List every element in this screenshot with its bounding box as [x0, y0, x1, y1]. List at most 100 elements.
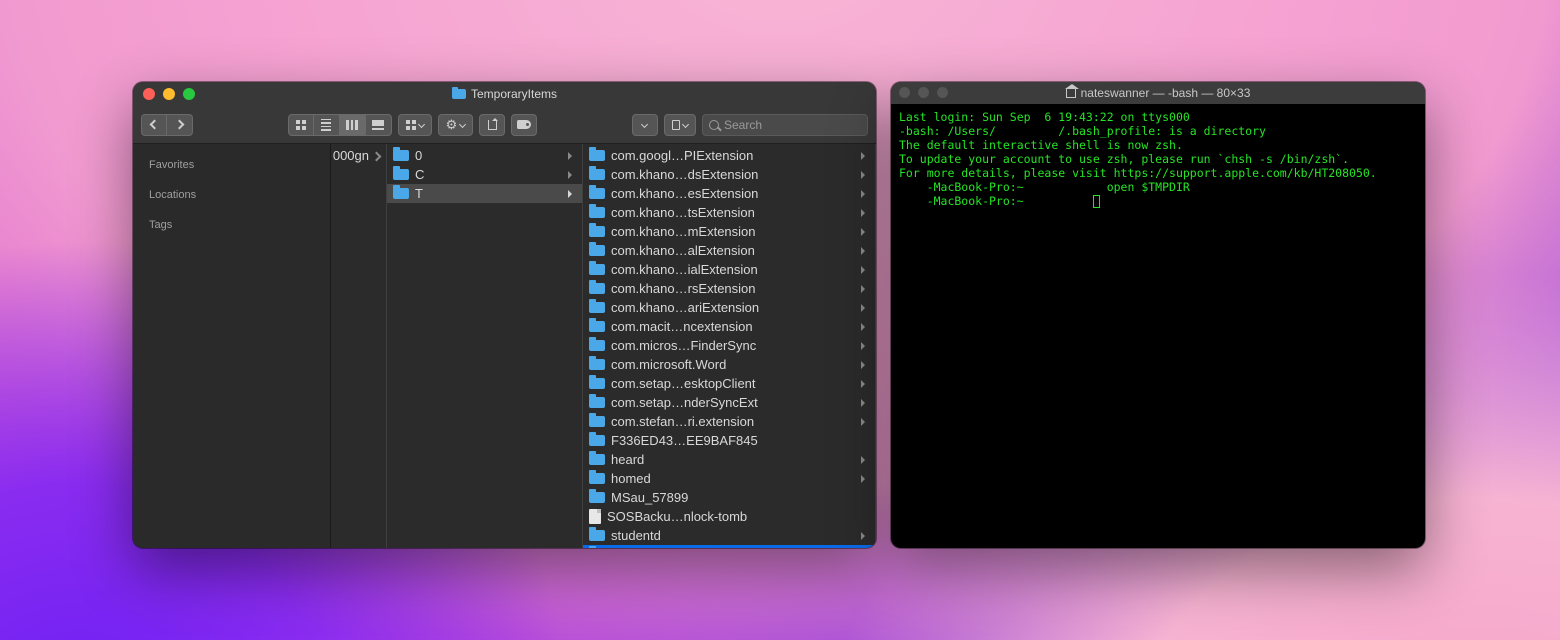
share-button[interactable]	[479, 114, 505, 136]
disclosure-arrow-icon	[861, 361, 869, 369]
item-label: com.setap…esktopClient	[611, 376, 869, 391]
sidebar-header-locations[interactable]: Locations	[133, 184, 330, 206]
list-item[interactable]: SOSBacku…nlock-tomb	[583, 507, 875, 526]
list-item[interactable]: com.setap…nderSyncExt	[583, 393, 875, 412]
folder-icon	[589, 416, 605, 427]
item-label: com.khano…ariExtension	[611, 300, 869, 315]
folder-icon	[589, 226, 605, 237]
item-label: com.micros…FinderSync	[611, 338, 869, 353]
file-icon	[589, 509, 601, 524]
disclosure-arrow-icon	[861, 152, 869, 160]
list-item[interactable]: TemporaryItems	[583, 545, 875, 548]
list-item[interactable]: studentd	[583, 526, 875, 545]
folder-icon	[589, 150, 605, 161]
folder-icon	[589, 530, 605, 541]
window-title: TemporaryItems	[471, 87, 557, 101]
disclosure-arrow-icon	[568, 171, 576, 179]
zoom-button[interactable]	[937, 87, 948, 98]
gear-icon: ⚙	[446, 118, 458, 131]
view-gallery-button[interactable]	[366, 114, 392, 136]
finder-titlebar[interactable]: TemporaryItems	[133, 82, 876, 106]
terminal-window: nateswanner — -bash — 80×33 Last login: …	[891, 82, 1425, 548]
list-item[interactable]: heard	[583, 450, 875, 469]
item-label: com.khano…dsExtension	[611, 167, 869, 182]
sidebar-header-tags[interactable]: Tags	[133, 214, 330, 236]
close-button[interactable]	[899, 87, 910, 98]
tags-button[interactable]	[511, 114, 537, 136]
terminal-title: nateswanner — -bash — 80×33	[1081, 86, 1251, 100]
share-icon	[488, 120, 497, 130]
item-label: T	[415, 186, 576, 201]
search-placeholder: Search	[724, 118, 762, 132]
view-icons-button[interactable]	[288, 114, 314, 136]
close-button[interactable]	[143, 88, 155, 100]
search-input[interactable]: Search	[702, 114, 868, 136]
folder-icon	[589, 264, 605, 275]
disclosure-arrow-icon	[861, 171, 869, 179]
chevron-right-icon	[372, 152, 382, 162]
forward-button[interactable]	[167, 114, 193, 136]
sidebar-header-favorites[interactable]: Favorites	[133, 154, 330, 176]
folder-icon	[393, 188, 409, 199]
folder-icon	[589, 473, 605, 484]
list-item[interactable]: MSau_57899	[583, 488, 875, 507]
list-item[interactable]: C	[387, 165, 582, 184]
list-item[interactable]: F336ED43…EE9BAF845	[583, 431, 875, 450]
zoom-button[interactable]	[183, 88, 195, 100]
terminal-output[interactable]: Last login: Sun Sep 6 19:43:22 on ttys00…	[891, 104, 1425, 548]
list-item[interactable]: com.microsoft.Word	[583, 355, 875, 374]
list-item[interactable]: com.khano…ariExtension	[583, 298, 875, 317]
list-item[interactable]: com.macit…ncextension	[583, 317, 875, 336]
view-list-button[interactable]	[314, 114, 340, 136]
item-label: studentd	[611, 528, 869, 543]
minimize-button[interactable]	[163, 88, 175, 100]
list-item[interactable]: com.khano…alExtension	[583, 241, 875, 260]
list-item[interactable]: T	[387, 184, 582, 203]
view-mode-group	[288, 114, 392, 136]
minimize-button[interactable]	[918, 87, 929, 98]
column-0[interactable]: 000gn	[331, 144, 387, 548]
item-label: C	[415, 167, 576, 182]
item-label: 0	[415, 148, 576, 163]
action-menu-button[interactable]: ⚙	[438, 114, 474, 136]
folder-icon	[589, 340, 605, 351]
folder-icon	[589, 188, 605, 199]
list-item[interactable]: com.khano…mExtension	[583, 222, 875, 241]
disclosure-arrow-icon	[861, 209, 869, 217]
list-item[interactable]: com.khano…ialExtension	[583, 260, 875, 279]
disclosure-arrow-icon	[568, 152, 576, 160]
item-label: com.googl…PIExtension	[611, 148, 869, 163]
list-item[interactable]: com.khano…esExtension	[583, 184, 875, 203]
list-item[interactable]: com.setap…esktopClient	[583, 374, 875, 393]
disclosure-arrow-icon	[861, 399, 869, 407]
arrange-button[interactable]	[398, 114, 432, 136]
disclosure-arrow-icon	[861, 380, 869, 388]
disclosure-arrow-icon	[861, 228, 869, 236]
disclosure-arrow-icon	[861, 285, 869, 293]
list-item[interactable]: 0	[387, 146, 582, 165]
list-item[interactable]: com.khano…rsExtension	[583, 279, 875, 298]
item-label: TemporaryItems	[611, 547, 869, 548]
list-item[interactable]: homed	[583, 469, 875, 488]
disclosure-arrow-icon	[861, 266, 869, 274]
finder-sidebar: Favorites Locations Tags	[133, 144, 331, 548]
list-item[interactable]: com.micros…FinderSync	[583, 336, 875, 355]
folder-icon	[589, 435, 605, 446]
item-label: com.khano…tsExtension	[611, 205, 869, 220]
chevron-down-icon	[459, 121, 466, 128]
chevron-left-icon	[149, 120, 159, 130]
back-button[interactable]	[141, 114, 167, 136]
list-item[interactable]: com.khano…tsExtension	[583, 203, 875, 222]
terminal-titlebar[interactable]: nateswanner — -bash — 80×33	[891, 82, 1425, 104]
disclosure-arrow-icon	[861, 475, 869, 483]
list-item[interactable]: com.stefan…ri.extension	[583, 412, 875, 431]
dropdown-2[interactable]	[664, 114, 696, 136]
list-item[interactable]: com.googl…PIExtension	[583, 146, 875, 165]
window-controls	[143, 88, 195, 100]
list-item[interactable]: com.khano…dsExtension	[583, 165, 875, 184]
doc-icon	[672, 120, 680, 130]
dropdown-1[interactable]	[632, 114, 658, 136]
terminal-cursor	[1093, 195, 1100, 208]
item-label: com.macit…ncextension	[611, 319, 869, 334]
view-columns-button[interactable]	[340, 114, 366, 136]
